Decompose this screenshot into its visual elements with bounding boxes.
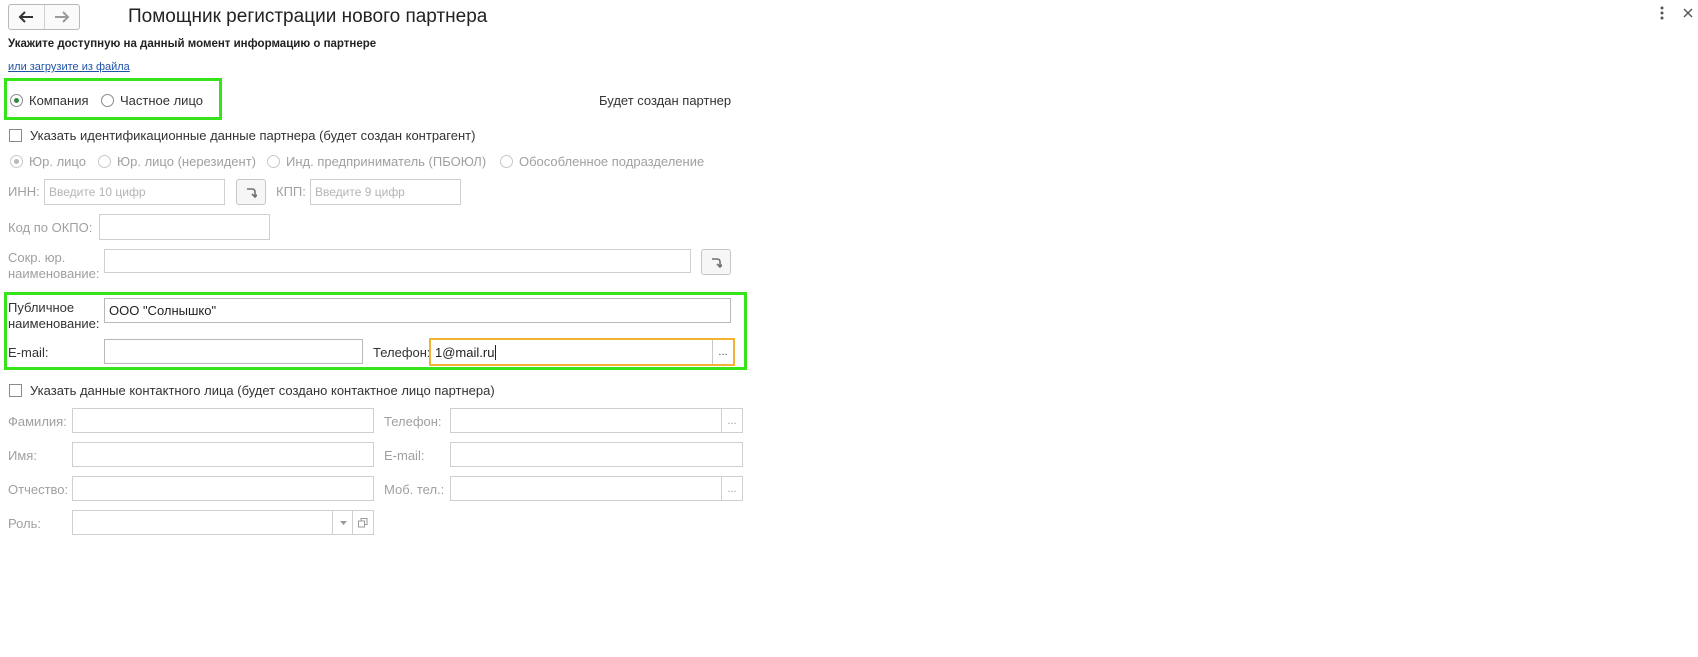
ident-checkbox-label: Указать идентификационные данные партнер… — [30, 128, 476, 143]
radio-entity-nonresident[interactable]: Юр. лицо (нерезидент) — [98, 154, 256, 169]
form-hint: Укажите доступную на данный момент инфор… — [8, 38, 377, 50]
radio-company-label: Компания — [29, 93, 89, 108]
kpp-placeholder: Введите 9 цифр — [315, 185, 405, 199]
role-select[interactable] — [72, 510, 374, 535]
radio-entity-legal-circle — [10, 155, 23, 168]
kpp-input[interactable]: Введите 9 цифр — [310, 179, 461, 205]
contact-phone-label: Телефон: — [384, 414, 442, 429]
role-dropdown-button[interactable] — [332, 511, 353, 534]
public-name-label-line2: наименование: — [8, 316, 100, 331]
partner-status: Будет создан партнер — [599, 93, 732, 108]
short-name-label-line1: Сокр. юр. — [8, 250, 66, 265]
ident-checkbox-box — [9, 129, 22, 142]
radio-entity-branch[interactable]: Обособленное подразделение — [500, 154, 704, 169]
name-input[interactable] — [72, 442, 374, 467]
short-name-label-line2: наименование: — [8, 266, 100, 281]
contact-checkbox-label: Указать данные контактного лица (будет с… — [30, 383, 495, 398]
arrow-right-icon — [54, 11, 70, 23]
surname-input[interactable] — [72, 408, 374, 433]
patronymic-input[interactable] — [72, 476, 374, 501]
role-label: Роль: — [8, 516, 42, 531]
inn-placeholder: Введите 10 цифр — [49, 185, 146, 199]
mobile-edit-button[interactable]: ... — [721, 477, 742, 500]
contact-checkbox-box — [9, 384, 22, 397]
public-phone-input[interactable]: 1@mail.ru ... — [429, 338, 735, 366]
radio-entity-nonresident-circle — [98, 155, 111, 168]
contact-phone-input[interactable]: ... — [450, 408, 743, 433]
fill-short-name-button[interactable] — [701, 249, 731, 275]
radio-entity-entrepreneur[interactable]: Инд. предприниматель (ПБОЮЛ) — [267, 154, 486, 169]
mobile-input[interactable]: ... — [450, 476, 743, 501]
open-item-icon — [358, 517, 368, 527]
inn-label: ИНН: — [8, 184, 40, 199]
load-from-file-link[interactable]: или загрузите из файла — [8, 61, 130, 73]
history-nav — [8, 4, 80, 30]
back-button[interactable] — [9, 5, 44, 29]
radio-entity-nonresident-label: Юр. лицо (нерезидент) — [117, 154, 256, 169]
dropdown-arrow-icon — [339, 520, 347, 525]
contact-email-input[interactable] — [450, 442, 743, 467]
fill-by-inn-button[interactable] — [236, 179, 266, 205]
arrow-left-icon — [18, 11, 34, 23]
public-email-input[interactable] — [104, 339, 363, 364]
window-title: Помощник регистрации нового партнера — [128, 6, 488, 27]
more-button[interactable] — [1660, 6, 1664, 23]
radio-entity-legal-label: Юр. лицо — [29, 154, 86, 169]
public-name-label-line1: Публичное — [8, 300, 75, 315]
radio-company[interactable]: Компания — [10, 93, 89, 108]
kpp-label: КПП: — [276, 184, 306, 199]
okpo-label: Код по ОКПО: — [8, 220, 93, 235]
patronymic-label: Отчество: — [8, 482, 69, 497]
public-phone-value: 1@mail.ru — [435, 344, 495, 360]
name-label: Имя: — [8, 448, 37, 463]
ident-checkbox[interactable]: Указать идентификационные данные партнер… — [9, 128, 475, 143]
surname-label: Фамилия: — [8, 414, 67, 429]
radio-entity-branch-circle — [500, 155, 513, 168]
text-caret — [495, 344, 497, 360]
close-button[interactable] — [1683, 5, 1693, 21]
contact-checkbox[interactable]: Указать данные контактного лица (будет с… — [9, 383, 495, 398]
radio-private-person-label: Частное лицо — [120, 93, 203, 108]
public-name-value: ООО "Солнышко" — [109, 303, 217, 318]
radio-entity-branch-label: Обособленное подразделение — [519, 154, 705, 169]
short-name-input[interactable] — [104, 249, 691, 273]
kebab-menu-icon — [1660, 6, 1664, 20]
close-icon — [1683, 8, 1693, 18]
fill-by-inn-icon — [712, 258, 722, 268]
public-email-label: E-mail: — [8, 345, 49, 360]
forward-button[interactable] — [43, 5, 80, 29]
contact-phone-edit-button[interactable]: ... — [721, 409, 742, 432]
fill-by-inn-icon — [247, 188, 257, 198]
radio-entity-entrepreneur-circle — [267, 155, 280, 168]
okpo-input[interactable] — [99, 214, 270, 240]
inn-input[interactable]: Введите 10 цифр — [44, 179, 225, 205]
mobile-label: Моб. тел.: — [384, 482, 445, 497]
public-name-input[interactable]: ООО "Солнышко" — [104, 298, 731, 323]
radio-entity-legal[interactable]: Юр. лицо — [10, 154, 86, 169]
public-phone-edit-button[interactable]: ... — [712, 340, 733, 364]
contact-email-label: E-mail: — [384, 448, 425, 463]
radio-company-circle — [10, 94, 23, 107]
radio-entity-entrepreneur-label: Инд. предприниматель (ПБОЮЛ) — [286, 154, 487, 169]
role-open-button[interactable] — [352, 511, 373, 534]
public-phone-label: Телефон: — [373, 345, 431, 360]
radio-private-person-circle — [101, 94, 114, 107]
radio-private-person[interactable]: Частное лицо — [101, 93, 203, 108]
